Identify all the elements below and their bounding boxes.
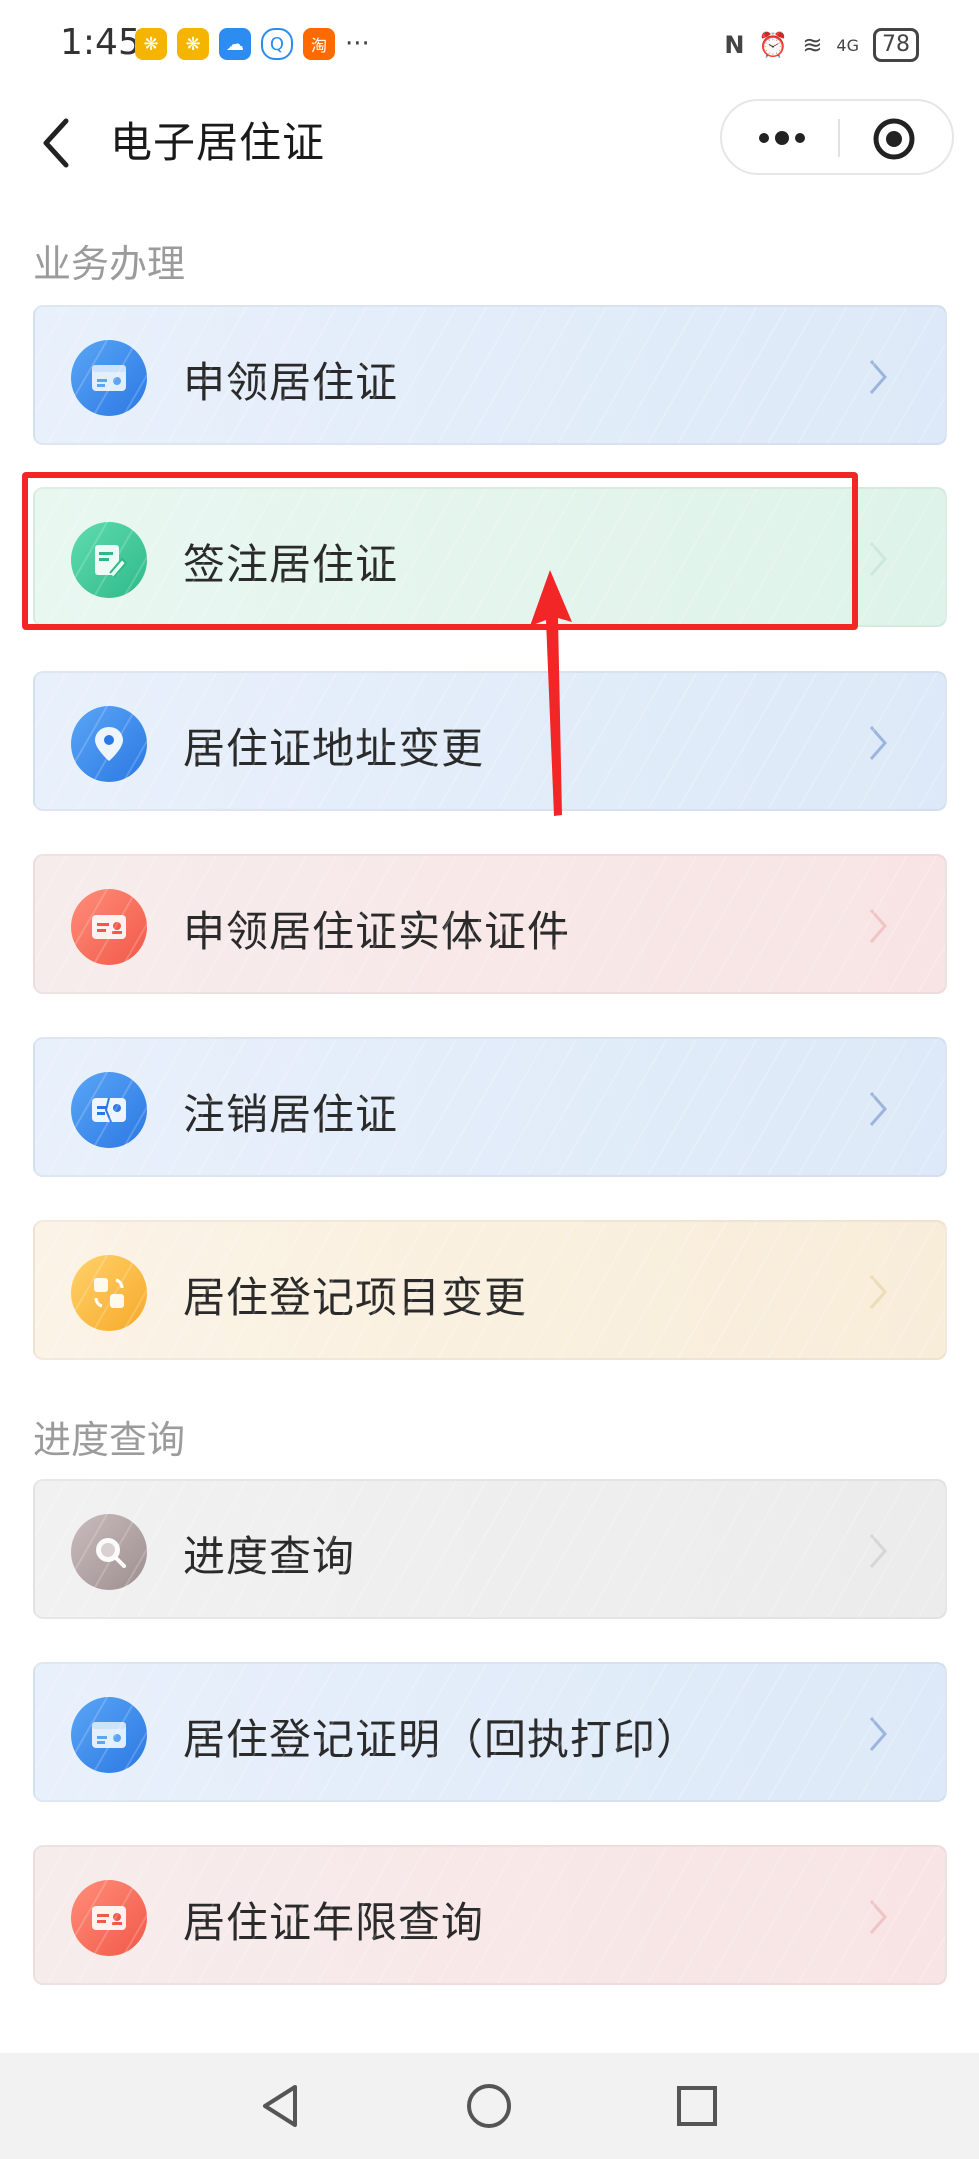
card-progress-query[interactable]: 进度查询 [33, 1479, 947, 1619]
card-label: 居住证年限查询 [183, 1898, 485, 1947]
card-label: 居住证地址变更 [183, 724, 485, 773]
weibo-icon: ❋ [177, 28, 209, 60]
card-label: 居住登记项目变更 [183, 1273, 528, 1322]
chevron-right-icon [869, 1275, 887, 1309]
card-label: 注销居住证 [183, 1090, 399, 1139]
battery-indicator: 78 [873, 28, 919, 62]
mini-program-capsule [720, 99, 954, 175]
capsule-divider [838, 119, 840, 157]
chevron-right-icon [869, 1717, 887, 1751]
weibo-icon: ❋ [135, 28, 167, 60]
more-options-icon[interactable] [752, 123, 812, 153]
page-title: 电子居住证 [110, 118, 326, 167]
nav-recents-icon[interactable] [672, 2081, 722, 2131]
physical-card-icon [71, 1880, 147, 1956]
search-icon [71, 1514, 147, 1590]
alarm-icon: ⏰ [758, 31, 789, 59]
location-pin-icon [71, 706, 147, 782]
section-title-progress: 进度查询 [33, 1418, 186, 1462]
card-label: 申领居住证 [183, 358, 399, 407]
exchange-icon [71, 1255, 147, 1331]
system-navigation-bar [0, 2053, 979, 2159]
nfc-icon: N [724, 31, 745, 59]
signal-icon: 4G [836, 35, 859, 55]
id-card-icon [71, 1697, 147, 1773]
chevron-right-icon [869, 909, 887, 943]
id-card-icon [71, 340, 147, 416]
physical-card-icon [71, 889, 147, 965]
wifi-icon: ≋ [802, 31, 823, 59]
card-registration-certificate-print[interactable]: 居住登记证明（回执打印） [33, 1662, 947, 1802]
notification-icons: ❋ ❋ ☁ Q 淘 ··· [135, 28, 370, 60]
annotation-arrow-icon [530, 570, 572, 816]
card-permit-term-query[interactable]: 居住证年限查询 [33, 1845, 947, 1985]
more-notifications-icon: ··· [345, 29, 370, 59]
mini-program-header: 电子居住证 [0, 95, 979, 185]
back-arrow-icon[interactable] [38, 113, 78, 173]
highlight-annotation-box [22, 472, 858, 630]
card-cancel-residence-permit[interactable]: 注销居住证 [33, 1037, 947, 1177]
taobao-icon: 淘 [303, 28, 335, 60]
status-time: 1:45 [60, 22, 141, 63]
card-apply-residence-permit[interactable]: 申领居住证 [33, 305, 947, 445]
chevron-right-icon [869, 1900, 887, 1934]
nav-back-icon[interactable] [255, 2081, 305, 2131]
card-registration-item-change[interactable]: 居住登记项目变更 [33, 1220, 947, 1360]
cancel-card-icon [71, 1072, 147, 1148]
chevron-right-icon [869, 726, 887, 760]
card-address-change[interactable]: 居住证地址变更 [33, 671, 947, 811]
chevron-right-icon [869, 1534, 887, 1568]
chat-icon: Q [261, 28, 293, 60]
section-title-business: 业务办理 [33, 242, 186, 286]
close-mini-program-icon[interactable] [872, 117, 916, 161]
cloud-icon: ☁ [219, 28, 251, 60]
chevron-right-icon [869, 1092, 887, 1126]
status-bar: 1:45 ❋ ❋ ☁ Q 淘 ··· N ⏰ ≋ 4G 78 [0, 0, 979, 95]
card-apply-physical-card[interactable]: 申领居住证实体证件 [33, 854, 947, 994]
chevron-right-icon [869, 360, 887, 394]
card-label: 居住登记证明（回执打印） [183, 1715, 700, 1764]
nav-home-icon[interactable] [464, 2081, 514, 2131]
chevron-right-icon [869, 542, 887, 576]
card-label: 申领居住证实体证件 [183, 907, 571, 956]
system-icons: N ⏰ ≋ 4G 78 [724, 28, 919, 62]
card-label: 进度查询 [183, 1532, 356, 1581]
